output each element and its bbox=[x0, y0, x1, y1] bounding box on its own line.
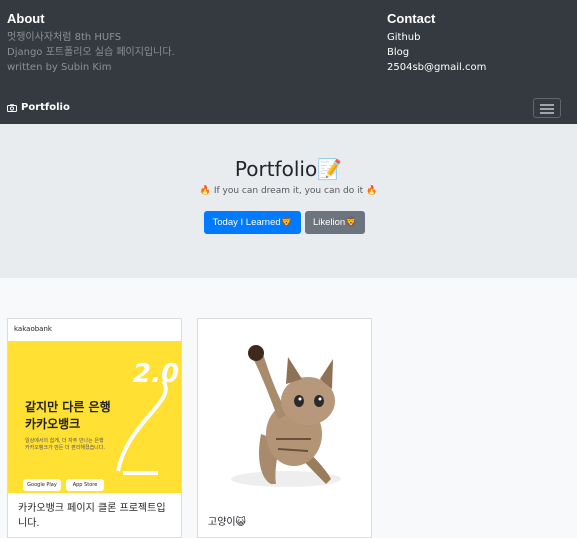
about-line: 멋쟁이사자처럼 8th HUFS bbox=[7, 32, 122, 43]
page-title: Portfolio📝 bbox=[234, 157, 343, 181]
jumbotron: Portfolio📝 🔥 If you can dream it, you ca… bbox=[0, 124, 577, 278]
about-line: Django 포트폴리오 실습 페이지입니다. bbox=[7, 47, 175, 58]
camera-icon bbox=[7, 103, 17, 112]
portfolio-card[interactable]: 고양이😺 bbox=[197, 318, 372, 538]
blog-link[interactable]: Blog bbox=[387, 45, 486, 60]
kakao-thumbnail[interactable]: 2.0 같지만 다른 은행 카카오뱅크 일상에서의 쉽게, 더 자주 만나는 은… bbox=[8, 341, 181, 493]
likelion-button[interactable]: Likelion🦁 bbox=[305, 211, 365, 234]
navbar-toggler-button[interactable] bbox=[533, 98, 561, 118]
about-section: About 멋쟁이사자처럼 8th HUFS Django 포트폴리오 실습 페… bbox=[7, 11, 175, 75]
hamburger-icon bbox=[540, 108, 554, 110]
hamburger-icon bbox=[540, 112, 554, 114]
kakao-accent-text: 2.0 bbox=[133, 359, 180, 389]
card-text: 고양이😺 bbox=[208, 517, 247, 528]
about-line: written by Subin Kim bbox=[7, 62, 112, 73]
contact-section: Contact Github Blog 2504sb@gmail.com bbox=[387, 11, 486, 75]
portfolio-card[interactable]: kakaobank 2.0 같지만 다른 은행 카카오뱅크 일상에서의 쉽게, … bbox=[7, 318, 182, 538]
app-store-badge: App Store bbox=[66, 479, 104, 491]
kitten-image[interactable] bbox=[216, 329, 356, 499]
kakao-subtext: 일상에서의 쉽게, 더 자주 만나는 은행 카카오뱅크가 만든 더 편리해졌습니… bbox=[25, 438, 105, 452]
email-link[interactable]: 2504sb@gmail.com bbox=[387, 60, 486, 75]
google-play-badge: Google Play bbox=[23, 479, 61, 491]
kakao-headline-line: 카카오뱅크 bbox=[25, 417, 81, 431]
kakao-subtext-line: 일상에서의 쉽게, 더 자주 만나는 은행 bbox=[25, 438, 104, 444]
kakao-brand: kakaobank bbox=[8, 319, 181, 341]
brand-label: Portfolio bbox=[21, 102, 70, 113]
about-title: About bbox=[7, 11, 45, 26]
hamburger-icon bbox=[540, 104, 554, 106]
kakao-headline-line: 같지만 다른 은행 bbox=[25, 400, 111, 414]
kakao-subtext-line: 카카오뱅크가 만든 더 편리해졌습니다. bbox=[25, 445, 105, 451]
navbar-brand[interactable]: Portfolio bbox=[7, 102, 70, 113]
footer-navbar: About 멋쟁이사자처럼 8th HUFS Django 포트폴리오 실습 페… bbox=[0, 0, 577, 124]
til-button[interactable]: Today I Learned🦁 bbox=[204, 211, 301, 234]
contact-title: Contact bbox=[387, 11, 436, 26]
github-link[interactable]: Github bbox=[387, 30, 486, 45]
card-text: 카카오뱅크 페이지 클론 프로젝트입니다. bbox=[18, 503, 166, 529]
kakao-headline: 같지만 다른 은행 카카오뱅크 bbox=[25, 399, 111, 433]
jumbotron-lead: 🔥 If you can dream it, you can do it 🔥 bbox=[199, 186, 378, 196]
